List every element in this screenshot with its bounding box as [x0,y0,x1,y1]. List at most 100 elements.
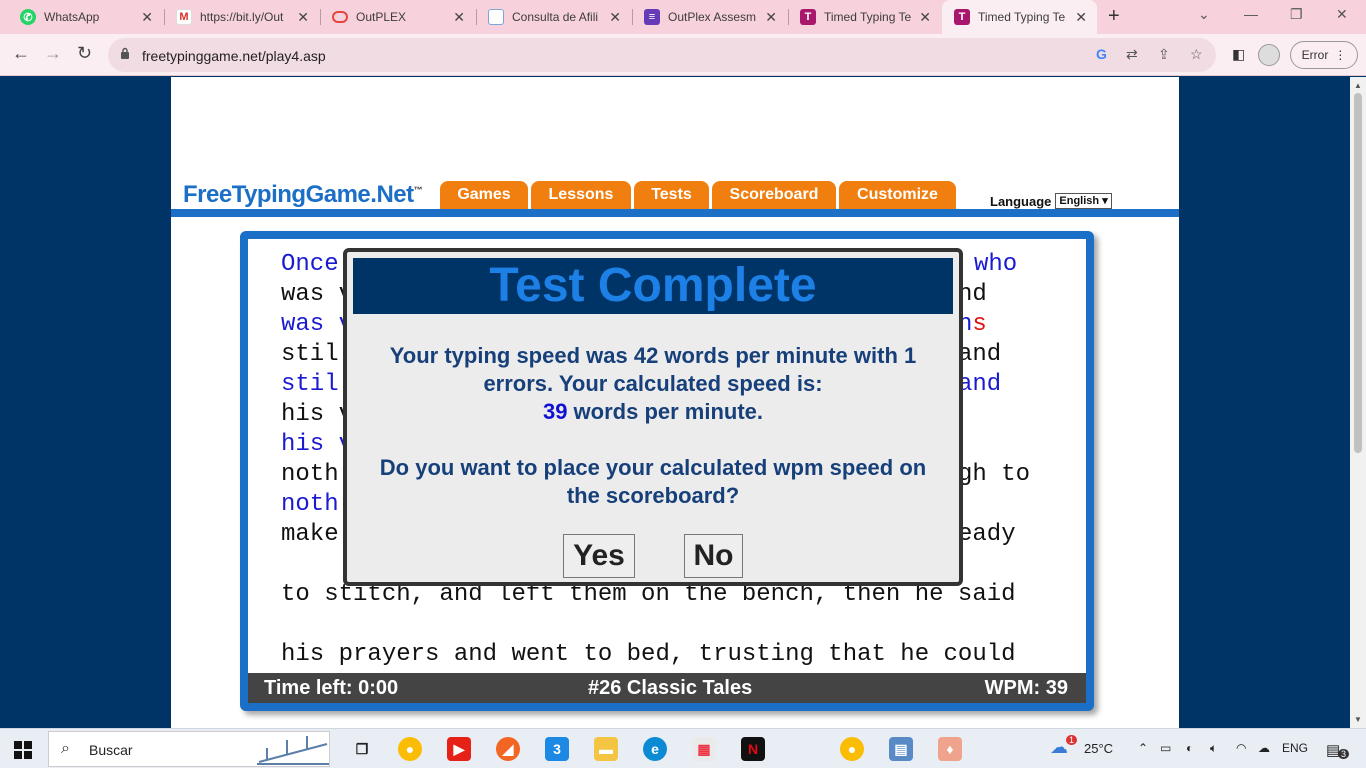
tab-outplex[interactable]: OutPLEX ✕ [320,0,475,34]
address-bar[interactable]: freetypinggame.net/play4.asp G ⇄ ⇪ ☆ [108,38,1216,72]
bridge-illustration-icon [257,736,329,765]
edge-icon[interactable]: e [643,737,667,761]
search-icon: ⌕ [61,740,70,757]
nav-games[interactable]: Games [440,181,528,209]
app-icon-active[interactable]: ♦ [938,737,962,761]
windows-start-icon[interactable] [14,741,32,759]
test-name: #26 Classic Tales [588,677,753,699]
forward-icon[interactable]: → [44,43,62,64]
input-language[interactable]: ENG [1282,741,1308,755]
typing-icon: T [954,9,970,25]
new-tab-button[interactable]: + [1108,5,1120,28]
error-label: Error [1301,48,1329,62]
translate-icon[interactable]: ⇄ [1126,46,1138,63]
test-complete-dialog: Test Complete Your typing speed was 42 w… [343,248,963,586]
lock-icon [121,47,129,59]
tab-gmail[interactable]: M https://bit.ly/Out ✕ [164,0,319,34]
close-window-button[interactable]: ✕ [1336,6,1348,23]
passage-line: stil [281,341,339,368]
site-logo[interactable]: FreeTypingGame.Net™ [183,181,423,209]
page-scrollbar[interactable]: ▲ ▼ [1350,77,1366,728]
tab-search-icon[interactable]: ⌄ [1198,6,1210,23]
store-icon[interactable]: ▦ [692,737,716,761]
passage-line: stil [281,371,339,398]
nav-customize[interactable]: Customize [839,181,956,209]
dialog-result-line: errors. Your calculated speed is: [483,371,823,396]
dialog-result-line: Your typing speed was 42 words per minut… [389,343,917,368]
passage-line: Once [281,251,339,278]
header-divider [171,209,1179,217]
forms-icon: ≡ [644,9,660,25]
line-text: Once [281,251,339,278]
avatar[interactable] [1258,44,1280,66]
tab-consulta[interactable]: Consulta de Afili ✕ [476,0,631,34]
show-hidden-icon[interactable]: ⌃ [1138,741,1148,755]
bookmark-star-icon[interactable]: ☆ [1190,46,1203,63]
minimize-button[interactable]: — [1244,6,1258,22]
yes-button[interactable]: Yes [563,534,635,578]
volume-icon[interactable]: 🔈︎ [1210,741,1217,756]
tab-title: https://bit.ly/Out [200,10,284,24]
language-value: English [1059,195,1100,207]
close-icon[interactable]: ✕ [609,9,621,26]
close-icon[interactable]: ✕ [453,9,465,26]
temperature[interactable]: 25°C [1084,741,1113,756]
url-text: freetypinggame.net/play4.asp [142,48,326,64]
browser-toolbar: ← → ↻ freetypinggame.net/play4.asp G ⇄ ⇪… [0,34,1366,76]
close-icon[interactable]: ✕ [141,9,153,26]
close-icon[interactable]: ✕ [297,9,309,26]
chrome-active-icon[interactable]: ● [840,737,864,761]
language-select[interactable]: English ▾ [1055,193,1112,209]
youtube-icon[interactable]: ▶ [447,737,471,761]
tab-timed-typing-1[interactable]: T Timed Typing Te ✕ [788,0,941,34]
share-icon[interactable]: ⇪ [1158,46,1170,63]
nav-lessons[interactable]: Lessons [531,181,631,209]
document-icon [488,9,504,25]
file-explorer-icon[interactable]: ▬ [594,737,618,761]
no-button[interactable]: No [684,534,743,578]
chrome-icon[interactable]: ● [398,737,422,761]
status-bar: Time left: 0:00 #26 Classic Tales WPM: 3… [248,673,1086,703]
network-icon[interactable]: ▭ [1160,741,1171,755]
tab-title: OutPLEX [356,10,407,24]
close-icon[interactable]: ✕ [1075,9,1087,26]
typing-icon: T [800,9,816,25]
app-icon-3[interactable]: 3 [545,737,569,761]
reload-icon[interactable]: ↻ [77,43,92,64]
battery-icon[interactable]: ◐ [1186,741,1193,755]
dialog-title: Test Complete [353,258,953,314]
passage-line: and [958,371,1002,398]
search-placeholder: Buscar [89,742,133,758]
close-icon[interactable]: ✕ [765,9,777,26]
back-icon[interactable]: ← [12,43,30,64]
onedrive-icon[interactable]: ☁ [1258,741,1270,755]
tab-title: Consulta de Afili [512,10,599,24]
task-view-icon[interactable]: ❐ [350,737,374,761]
passage-line: noth [281,461,339,488]
passage-line: gh to [958,461,1031,488]
passage-line: make [281,521,339,548]
tab-whatsapp[interactable]: ✆ WhatsApp ✕ [8,0,163,34]
close-icon[interactable]: ✕ [919,9,931,26]
error-button[interactable]: Error ⋮ [1290,41,1358,69]
dialog-calculated-speed: 39 words per minute. [353,398,953,426]
scroll-down-icon[interactable]: ▼ [1354,715,1362,724]
taskbar-search[interactable]: ⌕ Buscar [48,731,330,767]
tab-timed-typing-active[interactable]: T Timed Typing Te ✕ [942,0,1097,34]
tab-title: WhatsApp [44,10,100,24]
google-icon[interactable]: G [1096,46,1107,62]
notification-count: 3 [1338,749,1350,759]
nav-scoreboard[interactable]: Scoreboard [712,181,836,209]
tab-outplex-assessment[interactable]: ≡ OutPlex Assesm ✕ [632,0,787,34]
scroll-up-icon[interactable]: ▲ [1354,81,1362,90]
remote-desktop-icon[interactable]: ▤ [889,737,913,761]
app-icon-orange[interactable]: ◢ [496,737,520,761]
wifi-icon[interactable]: ◠ [1236,741,1246,755]
netflix-icon[interactable]: N [741,737,765,761]
nav-tests[interactable]: Tests [634,181,709,209]
weather-badge: 1 [1066,735,1078,745]
side-panel-icon[interactable]: ◧ [1232,46,1245,63]
restore-button[interactable]: ❐ [1290,6,1303,23]
scrollbar-thumb[interactable] [1354,93,1362,453]
site-nav: Games Lessons Tests Scoreboard Customize [440,181,959,209]
